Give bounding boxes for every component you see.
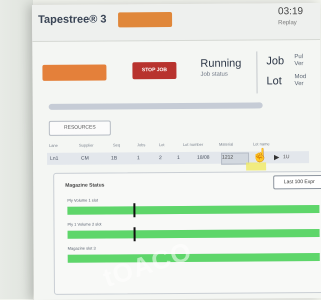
hand-cursor-icon: ☝ (251, 147, 269, 163)
top-action-button[interactable] (118, 12, 173, 28)
divider (256, 51, 258, 94)
lane-position-marker (133, 227, 136, 242)
lane-label: Ply Volume 1 slot (67, 197, 99, 203)
column-header: Seq (112, 142, 121, 148)
monitor-bezel (0, 0, 33, 299)
clock: 03:19 (277, 6, 304, 18)
selected-cell-value: 1212 (222, 154, 234, 161)
column-header: Jobs (136, 142, 146, 148)
lane-position-marker (132, 203, 135, 218)
lane-label: Magazine slot 3 (67, 245, 96, 251)
last-expr-button[interactable]: Last 100 Expr (273, 174, 321, 190)
stop-job-button[interactable]: STOP JOB (132, 62, 177, 80)
lane-label: Ply 1 Volume 2 slot (67, 221, 102, 227)
column-header: Lane (48, 142, 58, 148)
app-title: Tapestree® 3 (38, 13, 107, 26)
clock-subtitle: Replay (278, 20, 297, 27)
column-header: Material (218, 141, 234, 147)
table-cell: 1 (177, 154, 180, 161)
table-cell: 18/08 (197, 154, 210, 161)
job-value-2: Ver (294, 61, 304, 68)
run-status-sub: Job status (200, 71, 228, 78)
status-message-bar (48, 102, 263, 110)
lot-value-1: Mod (294, 74, 307, 81)
table-cell: CM (81, 155, 89, 162)
table-cell: Ln1 (50, 155, 59, 162)
table-cell: 1B (111, 155, 118, 162)
job-value-1: Pul (294, 54, 304, 61)
highlight-marker (246, 162, 267, 171)
run-status: Running (200, 57, 242, 70)
column-header: Lot (158, 142, 165, 148)
column-header: Lot name (252, 141, 270, 147)
table-row[interactable]: Ln1 CM 1B 1 2 1 18/08 (47, 151, 310, 165)
row-end-value: 1U (283, 154, 290, 161)
mode-chip[interactable] (42, 64, 107, 81)
panel-title: Magazine Status (65, 182, 105, 189)
top-bar: Tapestree® 3 03:19 Replay (31, 2, 321, 43)
job-label: Job (266, 55, 285, 68)
app-screen: Tapestree® 3 03:19 Replay STOP JOB Runni… (31, 2, 321, 300)
column-header: Lot number (182, 141, 204, 147)
tab-resources[interactable]: RESOURCES (48, 120, 111, 136)
table-cell: 1 (137, 155, 140, 162)
play-icon[interactable]: ▶ (274, 153, 279, 161)
job-status-strip: STOP JOB Running Job status Job Pul Ver … (32, 51, 320, 95)
lot-label: Lot (266, 75, 282, 88)
lot-value-2: Ver (294, 81, 304, 88)
table-cell: 2 (159, 155, 162, 162)
column-header: Supplier (78, 142, 94, 148)
